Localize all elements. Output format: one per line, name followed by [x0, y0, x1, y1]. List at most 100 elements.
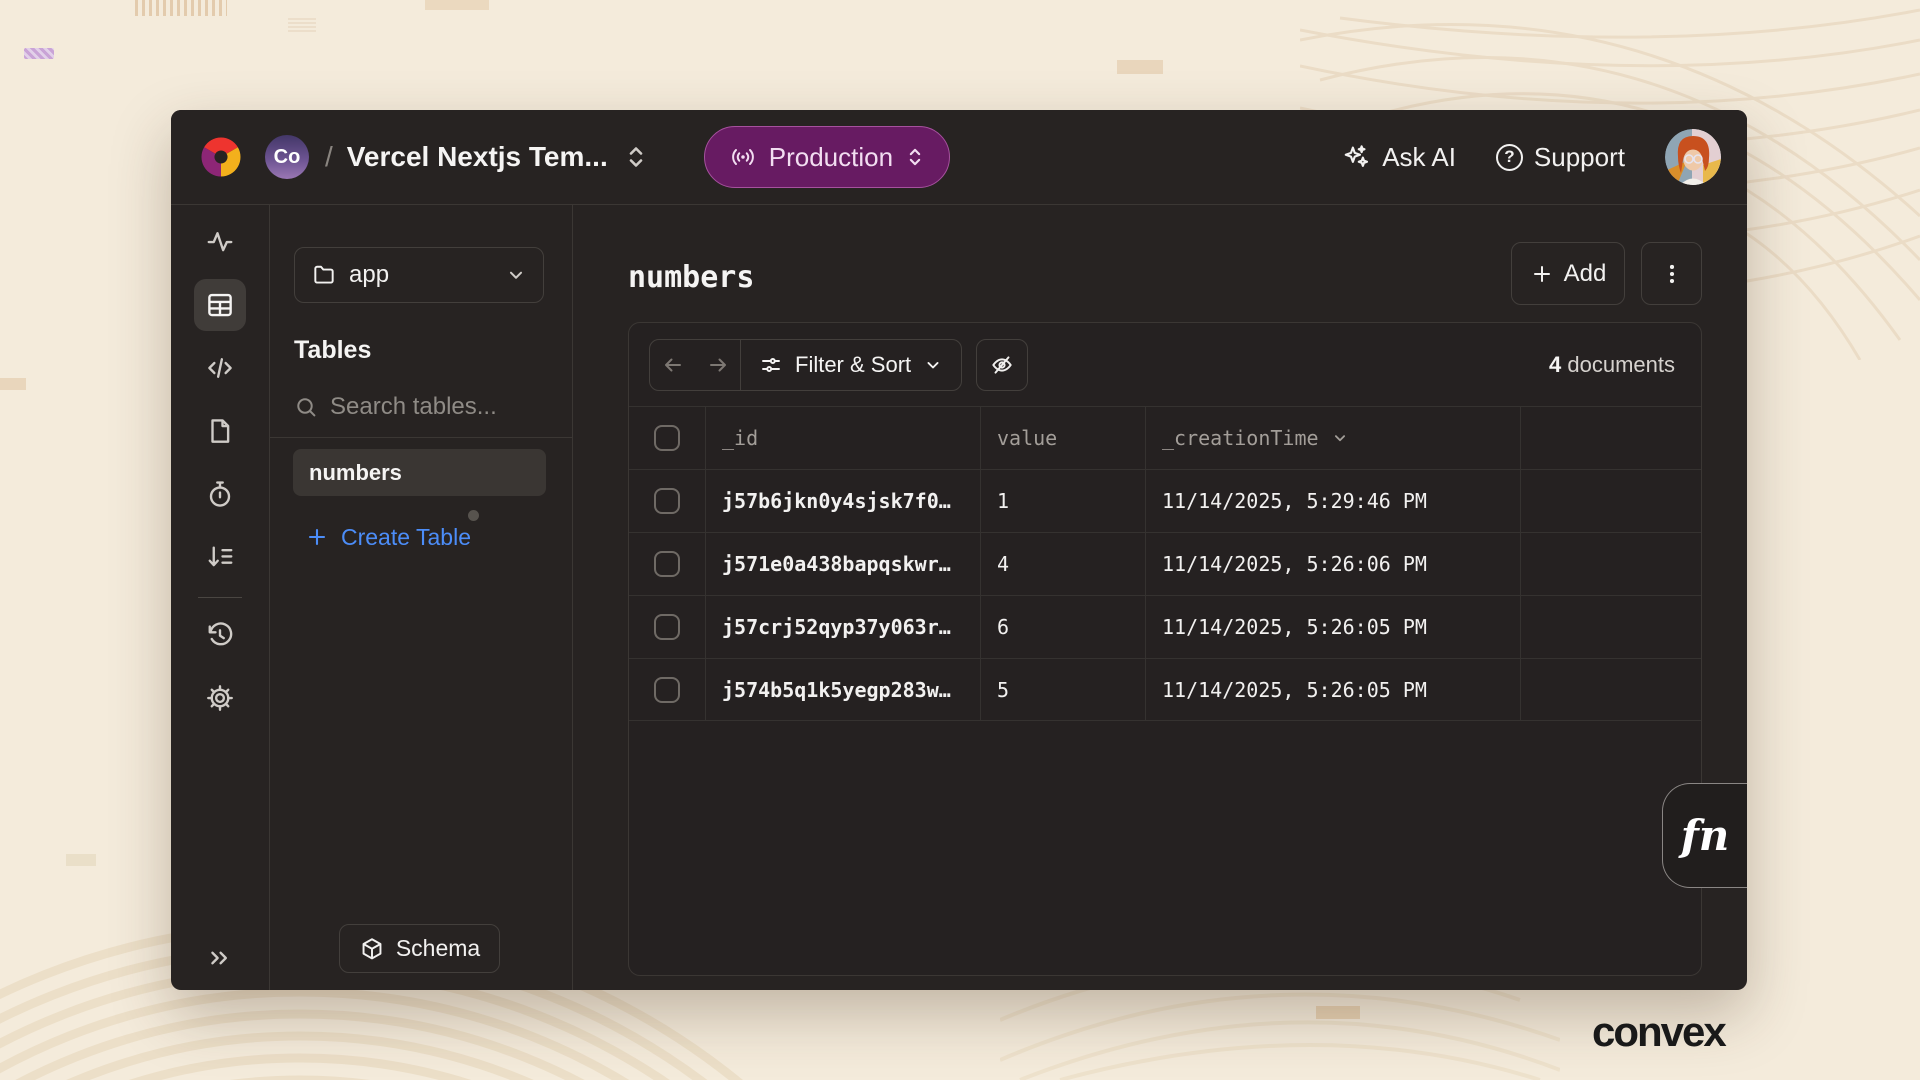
- topbar-right: Ask AI ? Support: [1341, 129, 1721, 185]
- chevron-down-icon: [505, 264, 527, 286]
- table-row[interactable]: j57b6jkn0y4sjsk7f0… 1 11/14/2025, 5:29:4…: [629, 469, 1701, 532]
- schema-button[interactable]: Schema: [339, 924, 500, 973]
- documents-count-value: 4: [1549, 352, 1561, 377]
- component-selector-label: app: [349, 261, 389, 289]
- cell-creation-time: 11/14/2025, 5:29:46 PM: [1146, 470, 1521, 532]
- select-all-checkbox[interactable]: [654, 425, 680, 451]
- main-content: numbers Add Filter &: [573, 205, 1747, 990]
- cell-extra: [1521, 533, 1701, 595]
- convex-wordmark: convex: [1592, 1008, 1725, 1056]
- function-runner-button[interactable]: fn: [1662, 783, 1747, 888]
- arrow-left-icon: [661, 353, 685, 377]
- health-icon: [205, 227, 235, 257]
- schedules-icon: [205, 479, 235, 509]
- background-decoration: [0, 378, 26, 390]
- column-header-extra: [1521, 407, 1701, 469]
- history-icon: [205, 620, 235, 650]
- support-button[interactable]: ? Support: [1496, 142, 1625, 173]
- cell-extra: [1521, 659, 1701, 720]
- data-table-card: Filter & Sort 4 documents _id value: [628, 322, 1702, 976]
- project-selector-icon[interactable]: [624, 144, 648, 170]
- deployment-selector[interactable]: Production: [704, 126, 950, 188]
- app-window: Co / Vercel Nextjs Tem... Production: [171, 110, 1747, 990]
- logs-icon: [205, 542, 235, 572]
- cell-value: 4: [981, 533, 1146, 595]
- filter-sort-button[interactable]: Filter & Sort: [741, 339, 961, 391]
- search-tables[interactable]: [294, 387, 549, 427]
- filter-sliders-icon: [759, 353, 783, 377]
- sidebar-item-files[interactable]: [194, 405, 246, 457]
- component-selector[interactable]: app: [294, 247, 544, 303]
- tables-panel: app Tables numbers Create Table Schema: [270, 205, 573, 990]
- table-row[interactable]: j574b5q1k5yegp283w… 5 11/14/2025, 5:26:0…: [629, 658, 1701, 721]
- support-label: Support: [1534, 142, 1625, 173]
- search-tables-input[interactable]: [330, 393, 540, 421]
- team-avatar[interactable]: Co: [265, 135, 309, 179]
- cell-value: 5: [981, 659, 1146, 720]
- data-icon: [205, 290, 235, 320]
- back-button[interactable]: [650, 339, 695, 391]
- help-circle-icon: ?: [1496, 144, 1523, 171]
- schema-label: Schema: [396, 935, 480, 962]
- plus-icon: [1530, 262, 1554, 286]
- kebab-icon: [1659, 261, 1685, 287]
- column-header-creation-time[interactable]: _creationTime: [1146, 407, 1521, 469]
- column-header-value[interactable]: value: [981, 407, 1146, 469]
- add-label: Add: [1564, 260, 1607, 288]
- sidebar-divider: [198, 597, 242, 598]
- cell-creation-time: 11/14/2025, 5:26:05 PM: [1146, 659, 1521, 720]
- background-decoration: [288, 18, 316, 32]
- cell-extra: [1521, 596, 1701, 658]
- tables-heading: Tables: [294, 336, 371, 365]
- functions-icon: [205, 353, 235, 383]
- sidebar-item-functions[interactable]: [194, 342, 246, 394]
- table-nav-group: Filter & Sort: [649, 339, 962, 391]
- table-header-row: _id value _creationTime: [629, 406, 1701, 469]
- sidebar-item-settings[interactable]: [194, 672, 246, 724]
- cell-value: 1: [981, 470, 1146, 532]
- sidebar-item-logs[interactable]: [194, 531, 246, 583]
- row-checkbox[interactable]: [654, 614, 680, 640]
- panel-resize-handle[interactable]: [468, 510, 479, 521]
- create-table-button[interactable]: Create Table: [305, 521, 471, 553]
- cell-id: j57crj52qyp37y063r…: [706, 596, 981, 658]
- forward-button[interactable]: [695, 339, 740, 391]
- documents-count: 4 documents: [1549, 352, 1681, 378]
- background-decoration: [135, 0, 227, 16]
- hide-fields-button[interactable]: [976, 339, 1028, 391]
- plus-icon: [305, 525, 329, 549]
- sparkles-icon: [1341, 142, 1371, 172]
- add-document-button[interactable]: Add: [1511, 242, 1625, 305]
- sidebar-rail: [171, 205, 270, 990]
- chevron-up-down-icon: [905, 145, 925, 169]
- cell-extra: [1521, 470, 1701, 532]
- convex-logo-icon[interactable]: [197, 133, 245, 181]
- background-decoration: [425, 0, 489, 10]
- sidebar-item-data[interactable]: [194, 279, 246, 331]
- table-list-item-numbers[interactable]: numbers: [293, 449, 546, 496]
- chevrons-right-icon: [206, 944, 234, 972]
- row-checkbox[interactable]: [654, 677, 680, 703]
- column-header-id[interactable]: _id: [706, 407, 981, 469]
- files-icon: [205, 416, 235, 446]
- arrow-right-icon: [706, 353, 730, 377]
- eye-off-icon: [989, 352, 1015, 378]
- sidebar-item-schedules[interactable]: [194, 468, 246, 520]
- user-avatar[interactable]: [1665, 129, 1721, 185]
- sidebar-item-health[interactable]: [194, 216, 246, 268]
- table-row[interactable]: j571e0a438bapqskwr… 4 11/14/2025, 5:26:0…: [629, 532, 1701, 595]
- table-row[interactable]: j57crj52qyp37y063r… 6 11/14/2025, 5:26:0…: [629, 595, 1701, 658]
- settings-icon: [205, 683, 235, 713]
- row-checkbox[interactable]: [654, 488, 680, 514]
- row-checkbox[interactable]: [654, 551, 680, 577]
- ask-ai-button[interactable]: Ask AI: [1341, 142, 1456, 173]
- table-menu-button[interactable]: [1641, 242, 1702, 305]
- chevron-down-icon: [923, 355, 943, 375]
- expand-sidebar-button[interactable]: [206, 944, 234, 972]
- sidebar-item-history[interactable]: [194, 609, 246, 661]
- cell-id: j574b5q1k5yegp283w…: [706, 659, 981, 720]
- project-name[interactable]: Vercel Nextjs Tem...: [347, 141, 608, 173]
- documents-count-label: documents: [1567, 352, 1675, 377]
- cell-value: 6: [981, 596, 1146, 658]
- table-toolbar: Filter & Sort 4 documents: [629, 323, 1701, 406]
